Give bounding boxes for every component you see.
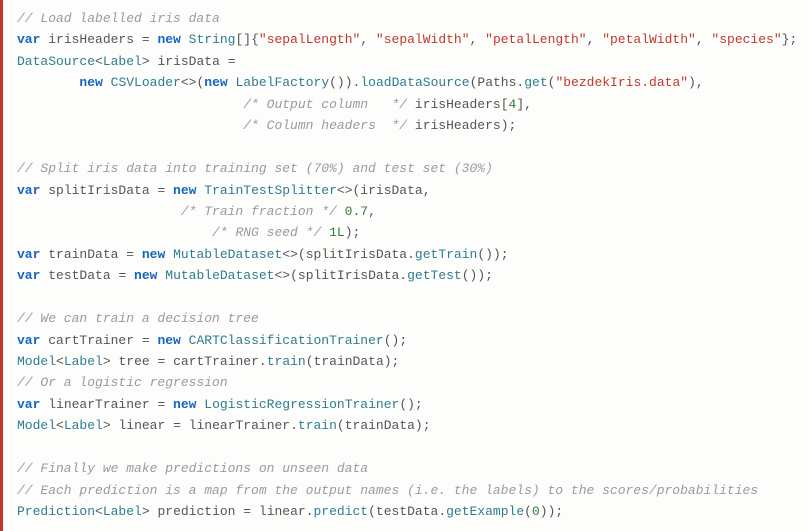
code-line: var testData = new MutableDataset<>(spli… — [17, 265, 794, 286]
code-line: // Each prediction is a map from the out… — [17, 480, 794, 501]
code-line: var linearTrainer = new LogisticRegressi… — [17, 394, 794, 415]
code-line: // Split iris data into training set (70… — [17, 158, 794, 179]
code-line: Model<Label> tree = cartTrainer.train(tr… — [17, 351, 794, 372]
code-line: Prediction<Label> prediction = linear.pr… — [17, 501, 794, 522]
code-line — [17, 287, 794, 308]
code-line: var splitIrisData = new TrainTestSplitte… — [17, 180, 794, 201]
code-line: var trainData = new MutableDataset<>(spl… — [17, 244, 794, 265]
code-line: Model<Label> linear = linearTrainer.trai… — [17, 415, 794, 436]
code-line: // Finally we make predictions on unseen… — [17, 458, 794, 479]
code-line — [17, 437, 794, 458]
code-line: /* Output column */ irisHeaders[4], — [17, 94, 794, 115]
code-line: /* Column headers */ irisHeaders); — [17, 115, 794, 136]
code-line: DataSource<Label> irisData = — [17, 51, 794, 72]
code-line: // Or a logistic regression — [17, 372, 794, 393]
code-line: var cartTrainer = new CARTClassification… — [17, 330, 794, 351]
code-line: // We can train a decision tree — [17, 308, 794, 329]
code-line: var irisHeaders = new String[]{"sepalLen… — [17, 29, 794, 50]
code-block: // Load labelled iris datavar irisHeader… — [0, 0, 808, 531]
code-line: /* RNG seed */ 1L); — [17, 222, 794, 243]
code-line — [17, 137, 794, 158]
code-line: /* Train fraction */ 0.7, — [17, 201, 794, 222]
code-line: // Load labelled iris data — [17, 8, 794, 29]
code-line: new CSVLoader<>(new LabelFactory()).load… — [17, 72, 794, 93]
